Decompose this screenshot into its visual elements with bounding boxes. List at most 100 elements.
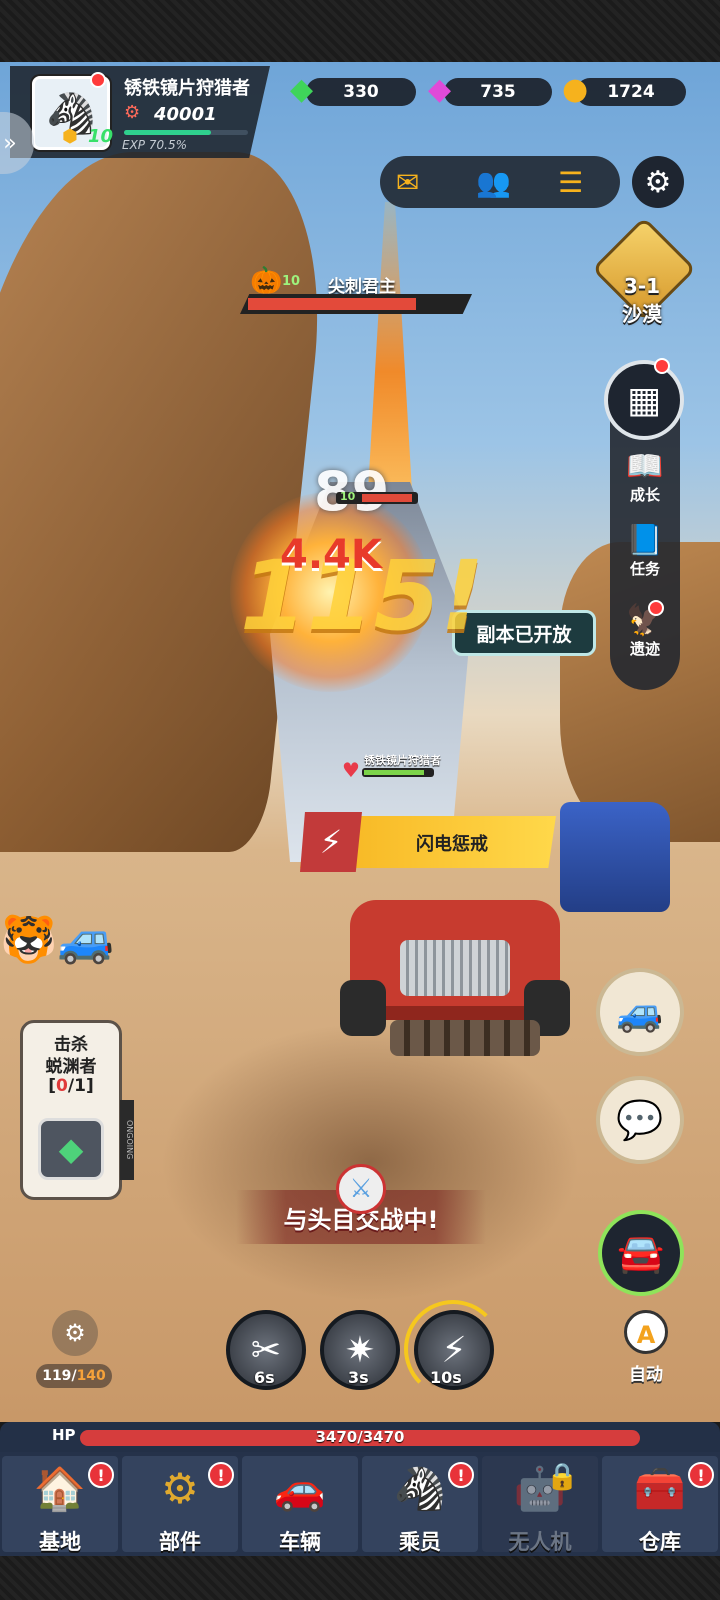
green-gem-icon: ◆ [290, 72, 314, 107]
exp-bar-fill [124, 130, 212, 135]
growth-label: 成长 [629, 486, 660, 504]
list-toggle-icon[interactable]: ☰ [558, 166, 583, 199]
nav-drone-label: 无人机 [508, 1530, 572, 1554]
auto-button[interactable]: A [624, 1310, 668, 1354]
stage-name: 沙漠 [622, 302, 662, 326]
quest-progress: [0/1] [20, 1076, 122, 1096]
growth-book-icon: 📖 [626, 449, 664, 484]
top-status-strip [0, 0, 720, 62]
boss-fight-icon: ⚔ [336, 1164, 386, 1214]
tasks-button[interactable]: 📘 任务 [610, 524, 680, 579]
ammo-icon: ⚙ [52, 1310, 98, 1356]
ammo-count: 119/140 [36, 1364, 112, 1388]
tasks-book-icon: 📘 [626, 523, 664, 558]
skill-banner-text: 闪电惩戒 [416, 834, 488, 855]
tasks-label: 任务 [629, 560, 660, 578]
quest-progress-current: 0 [56, 1076, 68, 1096]
boss-name: 尖刺君主 [328, 277, 396, 297]
target-icon: ✷ [344, 1329, 376, 1371]
vehicle-saw-blade [390, 1020, 540, 1056]
pink-gem-counter[interactable]: 735 [444, 78, 552, 106]
stage-id: 3-1 [623, 274, 661, 298]
player-vehicle-hp-fill [364, 770, 424, 775]
player-power: 40001 [154, 104, 217, 125]
skill-3-cooldown: 10s [430, 1368, 462, 1387]
stage-badge[interactable]: 3-1 沙漠 [591, 216, 697, 326]
double-chevron-icon: » [3, 130, 17, 156]
notification-dot [654, 358, 670, 374]
quest-progress-open: [ [48, 1076, 57, 1096]
hp-value: 3470/3470 [315, 1428, 405, 1446]
alert-badge: ! [88, 1462, 114, 1488]
nav-warehouse-label: 仓库 [639, 1530, 681, 1554]
notification-dot [648, 600, 664, 616]
player-vehicle-hp [362, 768, 434, 777]
settings-button[interactable]: ⚙ [632, 156, 684, 208]
nav-crew-label: 乘员 [399, 1530, 441, 1554]
claw-icon: ✂ [250, 1329, 282, 1371]
grid-icon: ▦ [626, 379, 661, 421]
lightning-skill-icon: ⚡ [300, 812, 362, 872]
enemy-mini-hp-fill [362, 494, 412, 502]
pink-gem-icon: ◆ [428, 72, 452, 107]
skill-2-cooldown: 3s [348, 1368, 369, 1387]
car-icon: 🚙 [616, 989, 664, 1034]
player-level: 10 [88, 126, 114, 147]
alert-badge: ! [208, 1462, 234, 1488]
nav-vehicles-label: 车辆 [279, 1530, 321, 1554]
boss-hp-fill [248, 298, 416, 310]
eagle-icon: 🦅 [626, 603, 664, 638]
player-vehicle-tag: 锈铁镜片狩猎者 [364, 754, 441, 767]
nav-base-label: 基地 [39, 1530, 81, 1554]
quest-progress-close: ] [85, 1076, 94, 1096]
exp-percent: 70.5% [148, 138, 187, 152]
growth-button[interactable]: 📖 成长 [610, 450, 680, 505]
gold-coin-icon: ● [562, 72, 589, 107]
player-vehicle [340, 860, 570, 1070]
vehicle-wheel [340, 980, 386, 1036]
alert-badge: ! [688, 1462, 714, 1488]
pink-gem-amount: 735 [480, 82, 516, 102]
chat-button[interactable]: 💬 [596, 1076, 684, 1164]
quest-target: 蜕渊者 [45, 1057, 97, 1077]
boss-level: 10 [282, 274, 301, 289]
skill-1-cooldown: 6s [254, 1368, 275, 1387]
quest-status-tab: ONGOING [120, 1100, 134, 1180]
bottom-system-strip [0, 1556, 720, 1600]
exp-text: EXP 70.5% [122, 138, 187, 152]
nav-parts-label: 部件 [159, 1530, 201, 1554]
relics-button[interactable]: 🦅 遗迹 [610, 604, 680, 659]
vehicle-switch-button[interactable]: 🚙 [596, 968, 684, 1056]
green-gem-counter[interactable]: 330 [306, 78, 416, 106]
drift-car-icon: 🚘 [617, 1230, 665, 1275]
auto-label: 自动 [629, 1365, 663, 1385]
damage-number-crit: 4.4K [280, 532, 382, 578]
enemy-mini-level: 10 [340, 490, 356, 503]
notification-dot [90, 72, 106, 88]
wrench-icon: ⚙ [124, 102, 141, 123]
lock-icon: 🔒 [546, 1462, 579, 1492]
relics-label: 遗迹 [629, 640, 660, 658]
ammo-current: 119 [42, 1368, 72, 1384]
quest-reward-gem-icon[interactable]: ◆ [38, 1118, 104, 1180]
gold-counter[interactable]: 1724 [576, 78, 686, 106]
hp-label: HP [52, 1426, 76, 1444]
crew-jeep-art: 🐯🚙 [0, 912, 115, 966]
exp-label: EXP [122, 138, 146, 152]
boss-skull-icon: 🎃 [250, 266, 283, 296]
alert-badge: ! [448, 1462, 474, 1488]
enemy-mini-hp: 10 [336, 490, 418, 504]
drive-action-button[interactable]: 🚘 [598, 1210, 684, 1296]
drone-robot-icon: 🤖 [513, 1464, 567, 1513]
green-gem-amount: 330 [343, 82, 379, 102]
ally-truck [560, 802, 670, 912]
red-car-icon: 🚗 [273, 1464, 327, 1513]
menu-grid-button[interactable]: ▦ [604, 360, 684, 440]
chat-icon: 💬 [616, 1097, 664, 1142]
mail-icon[interactable]: ✉ [396, 166, 419, 199]
level-badge-icon: ⬢ [62, 126, 78, 147]
vehicle-grill [400, 940, 510, 996]
friends-icon[interactable]: 👥 [476, 166, 511, 199]
gold-amount: 1724 [607, 82, 655, 102]
heart-icon: ♥ [342, 758, 360, 782]
